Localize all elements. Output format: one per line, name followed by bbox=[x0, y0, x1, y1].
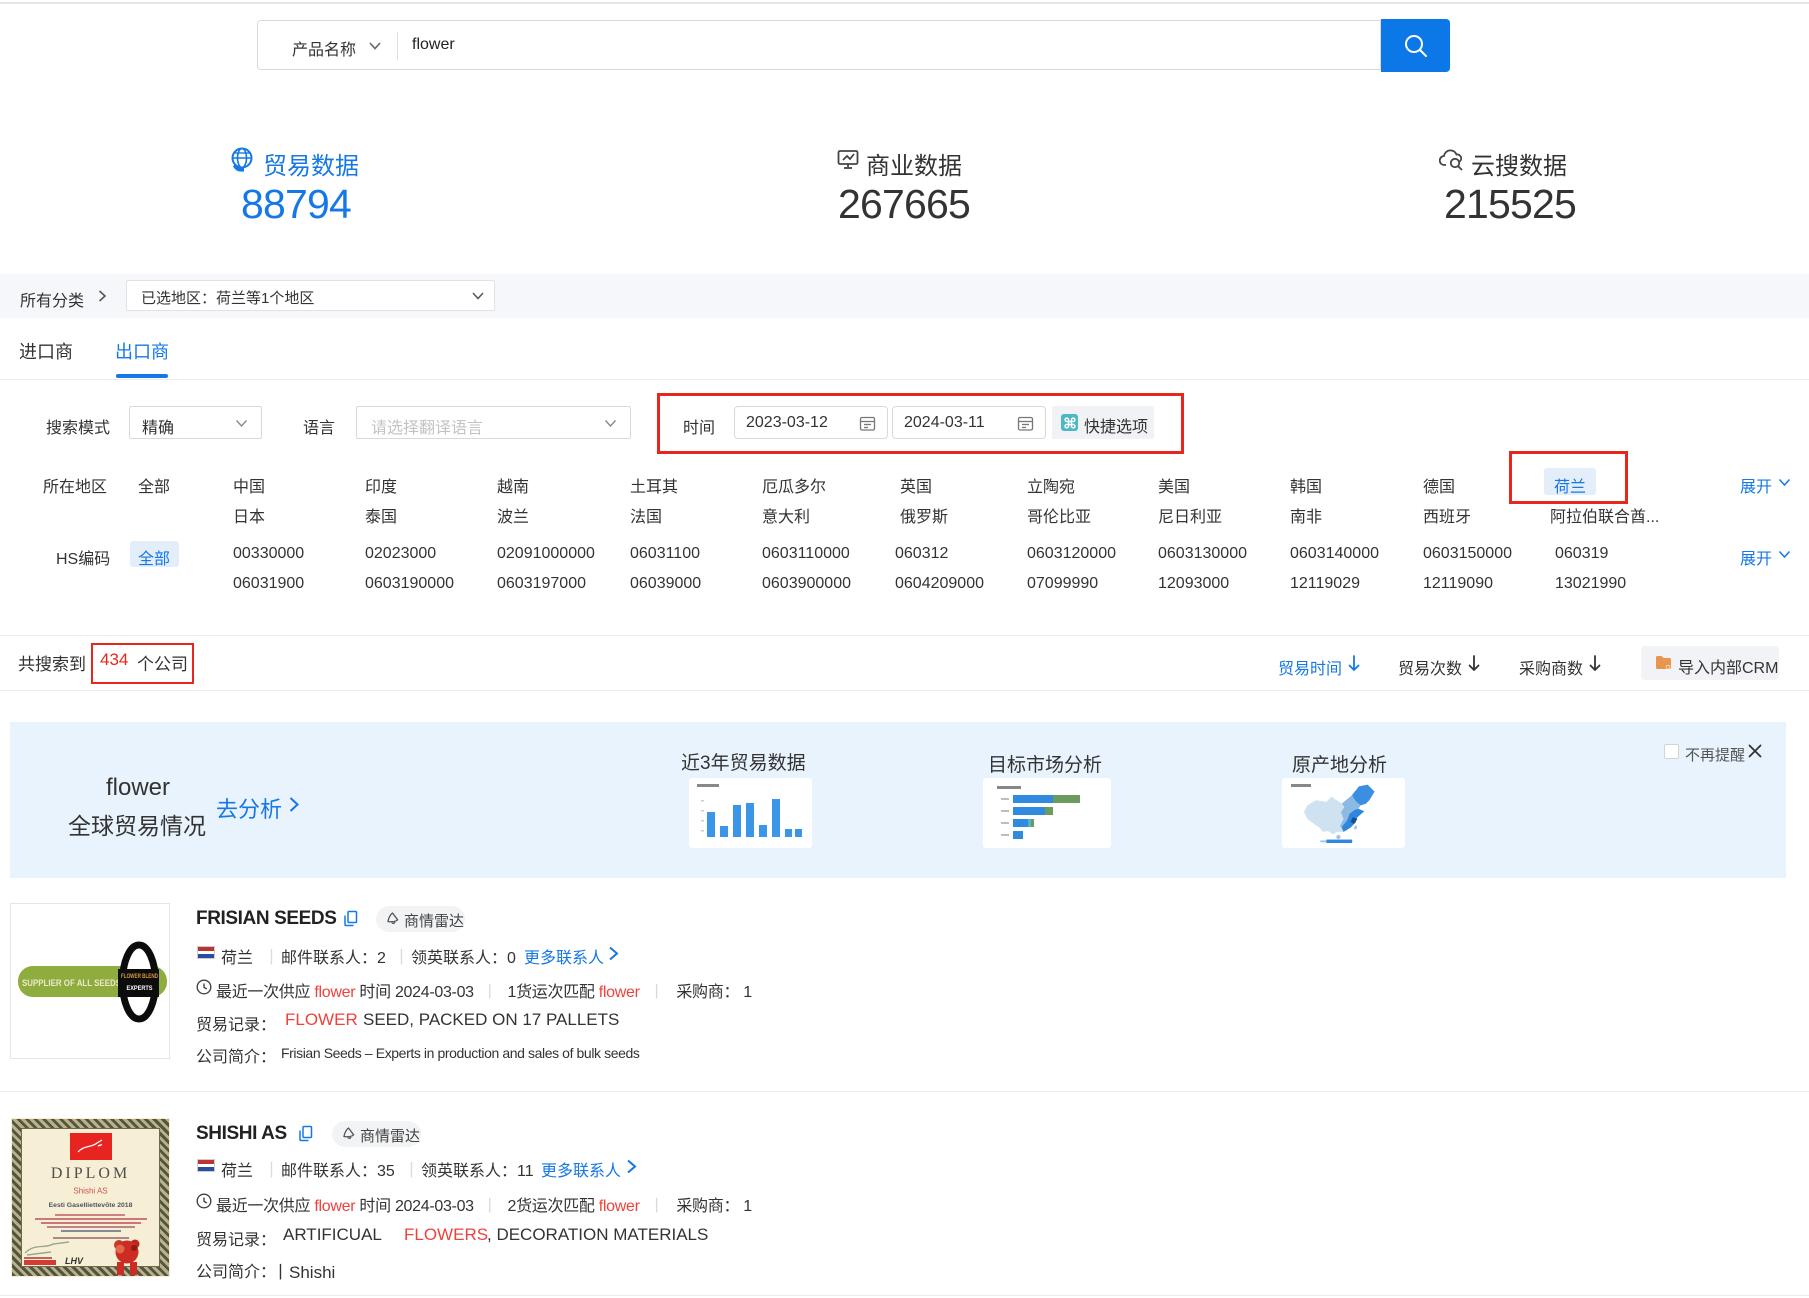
svg-text:SUPPLIER OF ALL SEEDS: SUPPLIER OF ALL SEEDS bbox=[22, 978, 121, 988]
svg-text:FLOWER BLEND: FLOWER BLEND bbox=[121, 973, 158, 980]
svg-text:EXPERTS: EXPERTS bbox=[127, 985, 154, 992]
